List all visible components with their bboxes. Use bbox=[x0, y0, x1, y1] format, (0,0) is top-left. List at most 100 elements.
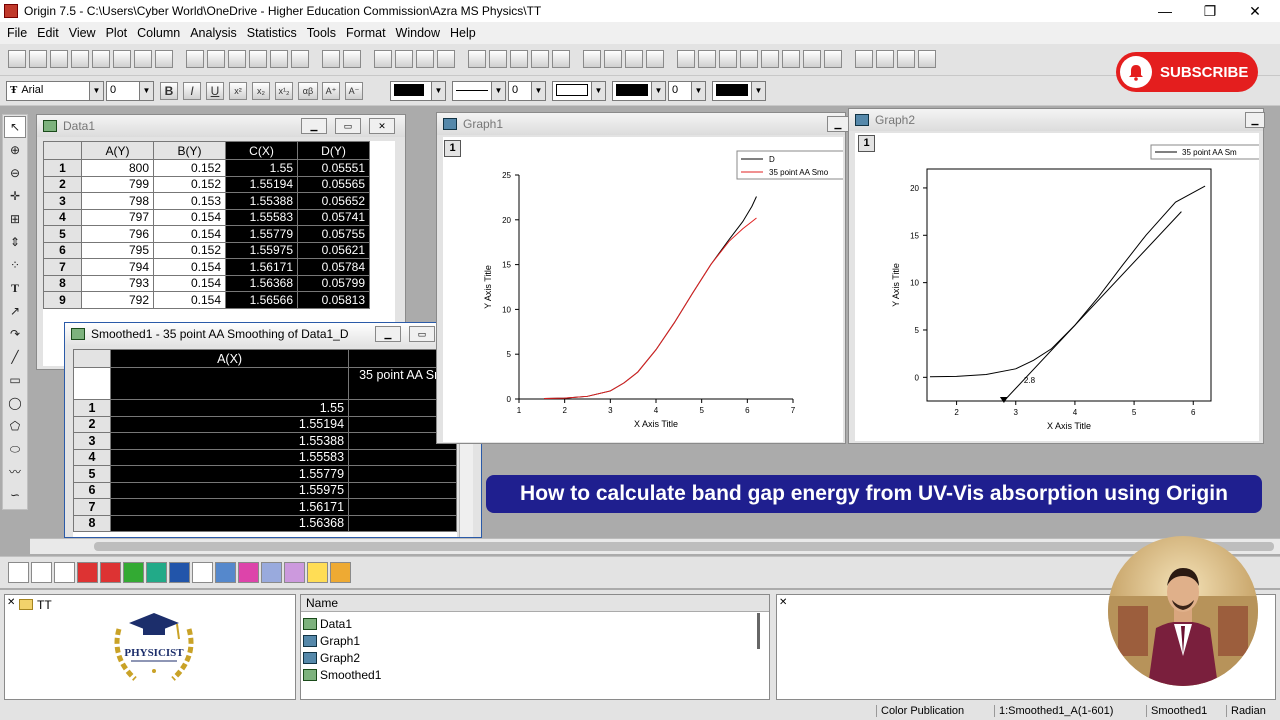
polyline-tool-icon[interactable]: 〰 bbox=[4, 461, 26, 483]
table-cell[interactable]: 0.05741 bbox=[297, 208, 370, 226]
table-cell[interactable]: 0.154 bbox=[153, 291, 226, 309]
menu-file[interactable]: File bbox=[2, 26, 32, 40]
column-header[interactable]: D(Y) bbox=[297, 141, 370, 160]
minimize-button[interactable]: ▁ bbox=[827, 116, 849, 132]
graph1-window[interactable]: Graph1 ▁ 1 1 2 3 4 5 6 7 0 5 10 15 20 25 X Axis Title… bbox=[436, 112, 849, 444]
draw-data-icon[interactable]: ⁘ bbox=[4, 254, 26, 276]
superscript-button[interactable]: x² bbox=[229, 82, 247, 100]
command-window-icon[interactable] bbox=[510, 50, 528, 68]
duplicate-icon[interactable] bbox=[416, 50, 434, 68]
table-cell[interactable]: 0.05652 bbox=[297, 192, 370, 210]
table-cell[interactable]: 1.55975 bbox=[225, 241, 298, 259]
new-notes-icon[interactable] bbox=[155, 50, 173, 68]
layer-5-icon[interactable] bbox=[761, 50, 779, 68]
template-library-icon[interactable] bbox=[330, 562, 351, 583]
fill-pattern-select[interactable]: ▼ bbox=[552, 81, 606, 101]
project-item-data1[interactable]: Data1 bbox=[303, 615, 381, 632]
ternary-plot-icon[interactable] bbox=[215, 562, 236, 583]
row-header[interactable]: 5 bbox=[73, 465, 112, 483]
table-cell[interactable]: 0.154 bbox=[153, 225, 226, 243]
table-cell[interactable]: 0.05755 bbox=[297, 225, 370, 243]
screen-reader-icon[interactable]: ✛ bbox=[4, 185, 26, 207]
refresh-icon[interactable] bbox=[395, 50, 413, 68]
open-template-icon[interactable] bbox=[207, 50, 225, 68]
pie-chart-icon[interactable] bbox=[123, 562, 144, 583]
line-color-select[interactable]: ▼ bbox=[390, 81, 446, 101]
table-cell[interactable]: 0.152 bbox=[153, 175, 226, 193]
new-worksheet-icon[interactable] bbox=[29, 50, 47, 68]
row-header[interactable]: 9 bbox=[43, 291, 82, 309]
merge-icon[interactable] bbox=[876, 50, 894, 68]
menu-view[interactable]: View bbox=[64, 26, 101, 40]
subscript-button[interactable]: x₂ bbox=[252, 82, 270, 100]
table-cell[interactable]: 0.153 bbox=[153, 192, 226, 210]
line-plot-icon[interactable] bbox=[8, 562, 29, 583]
column-header[interactable]: A(Y) bbox=[81, 141, 154, 160]
folder-item[interactable]: TT bbox=[19, 596, 52, 613]
row-header[interactable]: 1 bbox=[73, 399, 112, 417]
table-cell[interactable]: 1.55 bbox=[110, 399, 350, 417]
curved-arrow-icon[interactable]: ↷ bbox=[4, 323, 26, 345]
table-cell[interactable]: 800 bbox=[81, 159, 154, 177]
area-plot-icon[interactable] bbox=[169, 562, 190, 583]
region-tool-icon[interactable]: ⬭ bbox=[4, 438, 26, 460]
project-item-graph2[interactable]: Graph2 bbox=[303, 649, 381, 666]
vector-plot-icon[interactable] bbox=[261, 562, 282, 583]
extract-icon[interactable] bbox=[897, 50, 915, 68]
menu-help[interactable]: Help bbox=[445, 26, 481, 40]
graph2-page[interactable]: 1 2 3 4 5 6 0 5 10 15 20 X Axis Title Y Axis Title 2… bbox=[855, 133, 1259, 441]
new-layout-icon[interactable] bbox=[134, 50, 152, 68]
smoothed1-window[interactable]: Smoothed1 - 35 point AA Smoothing of Dat… bbox=[64, 322, 482, 538]
table-cell[interactable]: 1.56171 bbox=[110, 498, 350, 516]
scrollbar-thumb[interactable] bbox=[94, 542, 1274, 551]
new-project-icon[interactable] bbox=[8, 50, 26, 68]
maximize-button[interactable]: ❐ bbox=[1190, 0, 1230, 22]
new-function-icon[interactable] bbox=[113, 50, 131, 68]
table-cell[interactable] bbox=[348, 448, 457, 466]
zoom-out-icon[interactable]: ⊖ bbox=[4, 162, 26, 184]
table-cell[interactable]: 1.55 bbox=[225, 159, 298, 177]
circle-tool-icon[interactable]: ◯ bbox=[4, 392, 26, 414]
column-plot-icon[interactable] bbox=[77, 562, 98, 583]
close-button[interactable]: ✕ bbox=[369, 118, 395, 134]
layer-2-icon[interactable] bbox=[698, 50, 716, 68]
zoom-in-icon[interactable] bbox=[583, 50, 601, 68]
table-cell[interactable]: 0.05551 bbox=[297, 159, 370, 177]
menu-analysis[interactable]: Analysis bbox=[185, 26, 242, 40]
add-layer-icon[interactable] bbox=[552, 50, 570, 68]
data-selector-icon[interactable]: ⇕ bbox=[4, 231, 26, 253]
table-cell[interactable]: 796 bbox=[81, 225, 154, 243]
project-explorer-icon[interactable] bbox=[489, 50, 507, 68]
high-low-plot-icon[interactable] bbox=[284, 562, 305, 583]
contour-plot-icon[interactable] bbox=[238, 562, 259, 583]
menu-statistics[interactable]: Statistics bbox=[242, 26, 302, 40]
super-sub-button[interactable]: x¹₂ bbox=[275, 82, 293, 100]
whole-page-icon[interactable] bbox=[625, 50, 643, 68]
table-cell[interactable]: 0.154 bbox=[153, 208, 226, 226]
table-cell[interactable] bbox=[348, 498, 457, 516]
table-cell[interactable]: 0.05799 bbox=[297, 274, 370, 292]
decrease-font-button[interactable]: A⁻ bbox=[345, 82, 363, 100]
column-header[interactable]: B(Y) bbox=[153, 141, 226, 160]
workspace-scrollbar[interactable] bbox=[30, 538, 1280, 554]
font-select[interactable]: Ŧ Arial ▼ bbox=[6, 81, 104, 101]
font-color-select[interactable]: ▼ bbox=[712, 81, 766, 101]
greek-button[interactable]: αβ bbox=[298, 82, 318, 100]
table-cell[interactable]: 1.55975 bbox=[110, 481, 350, 499]
bar-plot-icon[interactable] bbox=[100, 562, 121, 583]
italic-button[interactable]: I bbox=[183, 82, 201, 100]
subscribe-badge[interactable]: SUBSCRIBE bbox=[1116, 52, 1258, 92]
open-excel-icon[interactable] bbox=[228, 50, 246, 68]
import-ascii-icon[interactable] bbox=[291, 50, 309, 68]
table-cell[interactable]: 1.55583 bbox=[225, 208, 298, 226]
pointer-tool-icon[interactable]: ↖ bbox=[4, 116, 26, 138]
maximize-button[interactable]: ▭ bbox=[409, 326, 435, 342]
arrange-icon[interactable] bbox=[855, 50, 873, 68]
menu-window[interactable]: Window bbox=[391, 26, 445, 40]
table-cell[interactable]: 1.55583 bbox=[110, 448, 350, 466]
close-icon[interactable]: ✕ bbox=[779, 597, 787, 608]
print-icon[interactable] bbox=[374, 50, 392, 68]
new-graph-icon[interactable] bbox=[71, 50, 89, 68]
row-header[interactable]: 7 bbox=[73, 498, 112, 516]
fill-color-select[interactable]: ▼ bbox=[612, 81, 666, 101]
